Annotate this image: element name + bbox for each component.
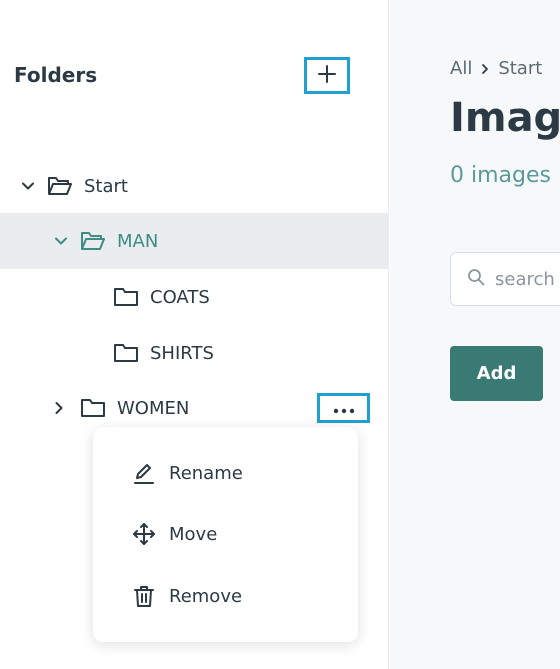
folder-icon — [80, 396, 106, 420]
tree-item-label: COATS — [150, 286, 210, 308]
main-panel: All Start Images 0 images Add — [390, 0, 560, 669]
menu-item-remove[interactable]: Remove — [93, 572, 358, 620]
folder-open-icon — [80, 229, 106, 253]
page-title: Images — [450, 95, 560, 141]
tree-item-coats[interactable]: COATS — [0, 269, 389, 325]
menu-item-label: Remove — [169, 585, 243, 607]
folder-more-button[interactable] — [317, 393, 370, 423]
folders-sidebar: Folders Start MAN COATS SHIRTS WOMEN Ren… — [0, 0, 389, 669]
folder-icon — [113, 285, 139, 309]
chevron-right-icon[interactable] — [49, 398, 69, 418]
tree-item-label: WOMEN — [117, 397, 190, 419]
breadcrumb-item-start[interactable]: Start — [498, 58, 542, 79]
trash-icon — [131, 583, 157, 609]
search-input[interactable] — [495, 268, 560, 290]
menu-item-label: Rename — [169, 462, 243, 484]
folder-context-menu: Rename Move Remove — [93, 427, 358, 642]
add-folder-button[interactable] — [304, 57, 350, 94]
breadcrumb-item-all[interactable]: All — [450, 58, 472, 79]
tree-item-man[interactable]: MAN — [0, 213, 389, 269]
menu-item-label: Move — [169, 523, 218, 545]
search-box[interactable] — [450, 252, 560, 306]
folder-open-icon — [47, 174, 73, 198]
move-arrows-icon — [131, 521, 157, 547]
tree-item-label: Start — [84, 175, 128, 197]
chevron-right-icon — [472, 63, 498, 75]
image-count: 0 images — [450, 163, 551, 188]
tree-item-start[interactable]: Start — [0, 158, 389, 214]
tree-item-shirts[interactable]: SHIRTS — [0, 325, 389, 381]
menu-item-rename[interactable]: Rename — [93, 449, 358, 497]
menu-item-move[interactable]: Move — [93, 510, 358, 558]
chevron-down-icon[interactable] — [51, 231, 71, 251]
add-button[interactable]: Add — [450, 346, 543, 401]
tree-item-label: MAN — [117, 230, 159, 252]
more-horizontal-icon — [332, 399, 356, 418]
pencil-icon — [131, 460, 157, 486]
search-icon — [467, 268, 485, 290]
chevron-down-icon[interactable] — [18, 176, 38, 196]
folders-title: Folders — [14, 63, 98, 87]
breadcrumb: All Start — [450, 58, 542, 79]
tree-item-label: SHIRTS — [150, 342, 214, 364]
folder-icon — [113, 341, 139, 365]
plus-icon — [317, 64, 337, 88]
